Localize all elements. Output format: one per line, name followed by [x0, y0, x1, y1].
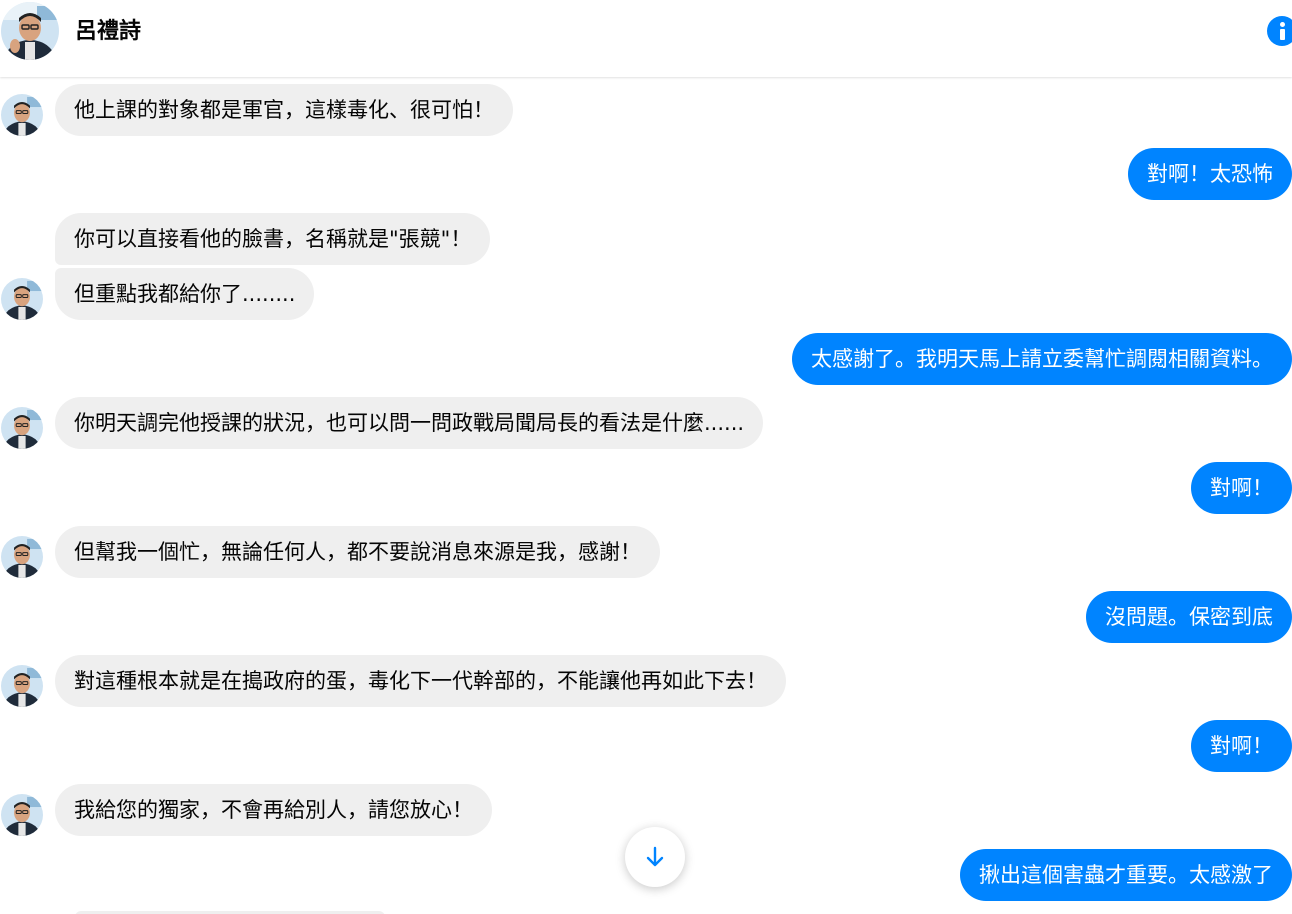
outgoing-message[interactable]: 對啊！太恐怖 [1128, 148, 1292, 200]
message-row: 但幫我一個忙，無論任何人，都不要說消息來源是我，感謝！ [0, 526, 1292, 578]
message-row: 你可以直接看他的臉書，名稱就是"張競"！ [0, 213, 1292, 265]
info-icon[interactable] [1267, 16, 1292, 46]
arrow-down-icon [646, 846, 664, 867]
contact-avatar[interactable] [1, 2, 59, 60]
outgoing-message[interactable]: 對啊！ [1191, 720, 1292, 772]
incoming-message[interactable]: 他上課的對象都是軍官，這樣毒化、很可怕！ [55, 84, 513, 136]
sender-avatar[interactable] [1, 665, 43, 707]
message-row: 對啊！ [0, 720, 1292, 772]
message-row: 對這種根本就是在搗政府的蛋，毒化下一代幹部的，不能讓他再如此下去！ [0, 655, 1292, 707]
message-row: 對啊！太恐怖 [0, 148, 1292, 200]
message-row: 但重點我都給你了........ [0, 268, 1292, 320]
incoming-message[interactable]: 對這種根本就是在搗政府的蛋，毒化下一代幹部的，不能讓他再如此下去！ [55, 655, 786, 707]
chat-header: 呂禮詩 [0, 0, 1292, 77]
message-row: 他上課的對象都是軍官，這樣毒化、很可怕！ [0, 84, 1292, 136]
info-icon-bar [1280, 29, 1285, 40]
message-row: 對啊！ [0, 462, 1292, 514]
message-row: 你明天調完他授課的狀況，也可以問一問政戰局聞局長的看法是什麼...... [0, 397, 1292, 449]
scroll-to-bottom-button[interactable] [625, 827, 685, 887]
sender-avatar[interactable] [1, 278, 43, 320]
outgoing-message[interactable]: 太感謝了。我明天馬上請立委幫忙調閱相關資料。 [792, 333, 1292, 385]
message-row: 沒問題。保密到底 [0, 591, 1292, 643]
sender-avatar[interactable] [1, 407, 43, 449]
outgoing-message[interactable]: 沒問題。保密到底 [1086, 591, 1292, 643]
outgoing-message[interactable]: 揪出這個害蟲才重要。太感激了 [960, 849, 1292, 901]
contact-name[interactable]: 呂禮詩 [75, 17, 141, 47]
sender-avatar[interactable] [1, 536, 43, 578]
incoming-message[interactable]: 你可以直接看他的臉書，名稱就是"張競"！ [55, 213, 491, 265]
incoming-message[interactable]: 但重點我都給你了........ [55, 268, 315, 320]
message-row: 太感謝了。我明天馬上請立委幫忙調閱相關資料。 [0, 333, 1292, 385]
sender-avatar[interactable] [1, 94, 43, 136]
incoming-message[interactable]: 我給您的獨家，不會再給別人，請您放心！ [55, 784, 492, 836]
sender-avatar[interactable] [1, 794, 43, 836]
outgoing-message[interactable]: 對啊！ [1191, 462, 1292, 514]
info-icon-dot [1280, 22, 1285, 27]
incoming-message[interactable]: 但幫我一個忙，無論任何人，都不要說消息來源是我，感謝！ [55, 526, 660, 578]
incoming-message[interactable]: 你明天調完他授課的狀況，也可以問一問政戰局聞局長的看法是什麼...... [55, 397, 764, 449]
messenger-chat-window: 呂禮詩 他上課的對象都是軍官，這樣毒化、很可怕！ 對啊！太恐怖 你可以直接看他的… [0, 0, 1292, 914]
